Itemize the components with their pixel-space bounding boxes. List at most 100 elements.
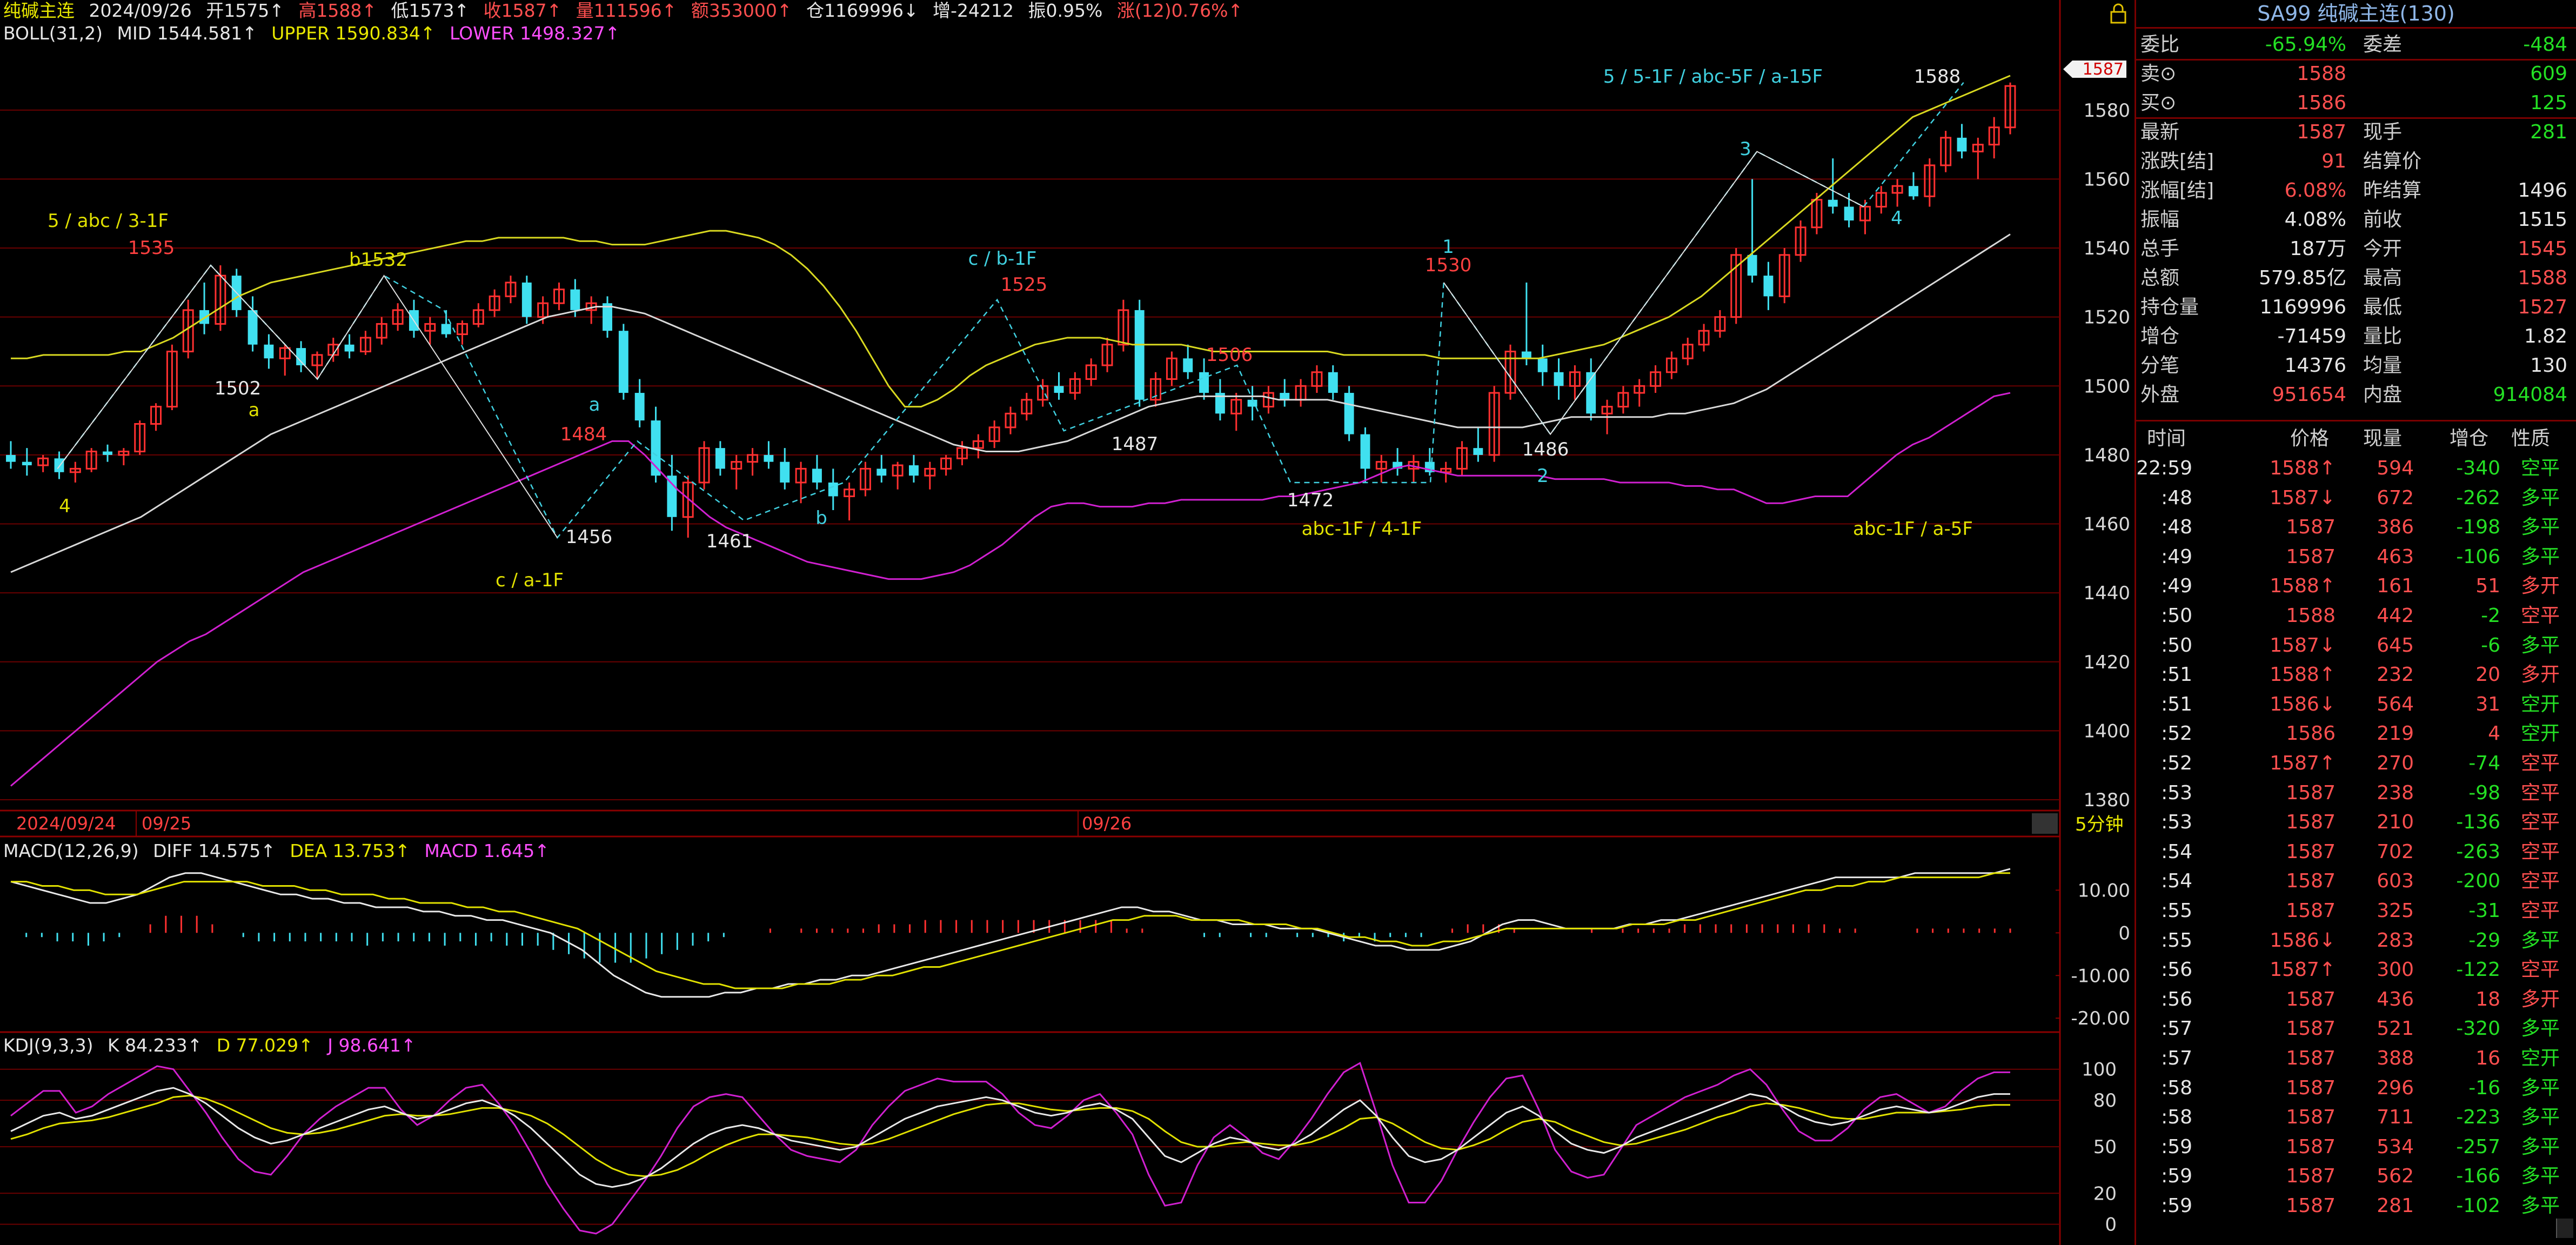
quote-value: 1586 [2297, 92, 2346, 114]
quote-row: 买⊙ 1586 125 [2136, 89, 2576, 118]
tick-row[interactable]: :51 1586↓ 564 31 空开 [2136, 690, 2576, 720]
header-volume: 量111596↑ [576, 0, 677, 21]
tick-t: :58 [2161, 1076, 2192, 1099]
tick-row[interactable]: :54 1587 603 -200 空平 [2136, 867, 2576, 896]
boll-lower: LOWER 1498.327↑ [450, 23, 620, 44]
tick-n: 多平 [2520, 929, 2560, 952]
tick-row[interactable]: :48 1587 386 -198 多平 [2136, 513, 2576, 543]
symbol-name[interactable]: 纯碱主连 [3, 0, 75, 21]
tick-i: -74 [2468, 752, 2500, 774]
candle-body [570, 289, 580, 310]
lock-icon[interactable] [2105, 3, 2132, 25]
tick-row[interactable]: :54 1587 702 -263 空平 [2136, 838, 2576, 867]
tick-row[interactable]: :53 1587 210 -136 空平 [2136, 808, 2576, 838]
candle-body [247, 310, 258, 345]
tick-row[interactable]: :57 1587 388 16 空开 [2136, 1044, 2576, 1074]
macd-name[interactable]: MACD(12,26,9) [3, 840, 139, 861]
chart-canvas[interactable]: 1580 1560 1540 1520 1500 1480 1460 1440 1420 1400… [0, 0, 2135, 1245]
tick-row[interactable]: :51 1588↑ 232 20 多开 [2136, 660, 2576, 690]
tick-row[interactable]: 22:59 1588↑ 594 -340 空平 [2136, 454, 2576, 484]
tick-i: -340 [2456, 457, 2500, 479]
tick-row[interactable]: :59 1587 562 -166 多平 [2136, 1162, 2576, 1192]
header-low: 低1573↑ [391, 0, 470, 21]
tick-row[interactable]: :52 1587↑ 270 -74 空平 [2136, 749, 2576, 779]
boll-upper-line [11, 75, 2011, 408]
tick-row[interactable]: :50 1588 442 -2 空平 [2136, 601, 2576, 631]
tick-header[interactable]: 价格 [2290, 424, 2329, 453]
chart-area[interactable]: 1580 1560 1540 1520 1500 1480 1460 1440 1420 1400… [0, 0, 2135, 1245]
tick-row[interactable]: :56 1587 436 18 多开 [2136, 985, 2576, 1015]
header-high: 高1588↑ [298, 0, 377, 21]
macd-tick-label: 10.00 [2078, 880, 2130, 901]
tick-t: :59 [2161, 1195, 2192, 1217]
macd-tick-label: -20.00 [2071, 1008, 2130, 1029]
macd-diff-line [10, 868, 2011, 998]
candle-body [1473, 448, 1483, 455]
tick-row[interactable]: :57 1587 521 -320 多平 [2136, 1014, 2576, 1044]
tick-p: 1587 [2286, 840, 2336, 863]
header-amount: 额353000↑ [691, 0, 792, 21]
tick-t: :51 [2161, 664, 2192, 686]
tick-i: -29 [2468, 929, 2500, 952]
quote-row: 委比 -65.94% 委差 -484 [2136, 30, 2576, 59]
tick-row[interactable]: :59 1587 534 -257 多平 [2136, 1133, 2576, 1162]
boll-upper: UPPER 1590.834↑ [271, 23, 436, 44]
tick-row[interactable]: :58 1587 296 -16 多平 [2136, 1074, 2576, 1103]
tick-row[interactable]: :49 1588↑ 161 51 多开 [2136, 572, 2576, 601]
quote-value: 6.08% [2284, 179, 2346, 202]
wave-annotation: 4 [1891, 208, 1903, 229]
tick-header[interactable]: 现量 [2363, 424, 2402, 453]
candle-body [1844, 206, 1854, 220]
tick-header[interactable]: 时间 [2147, 424, 2186, 453]
tick-i: -320 [2456, 1018, 2500, 1040]
tick-row[interactable]: :55 1586↓ 283 -29 多平 [2136, 926, 2576, 956]
tick-v: 436 [2377, 988, 2414, 1010]
tick-row[interactable]: :52 1586 219 4 空开 [2136, 719, 2576, 749]
wave-annotation: 5 / abc / 3-1F [48, 210, 169, 232]
tick-t: :48 [2161, 516, 2192, 539]
y-tick-label: 1580 [2083, 100, 2130, 122]
tick-i: 18 [2475, 988, 2500, 1010]
quote-value: 187万 [2290, 238, 2346, 260]
tick-n: 多平 [2520, 1018, 2560, 1040]
tick-header[interactable]: 性质 [2511, 424, 2550, 453]
candle-body [296, 348, 306, 365]
candle-body [103, 451, 112, 455]
window-controls[interactable] [2105, 3, 2132, 25]
header-increase: 增-24212 [933, 0, 1014, 21]
sidebar-title[interactable]: SA99 纯碱主连(130) [2136, 0, 2576, 29]
y-tick-label: 1380 [2083, 789, 2130, 811]
candle-body [1199, 372, 1209, 393]
tick-row[interactable]: :56 1587↑ 300 -122 空平 [2136, 955, 2576, 985]
tick-p: 1587 [2286, 811, 2336, 834]
tick-row[interactable]: :50 1587↓ 645 -6 多平 [2136, 631, 2576, 661]
quote-row: 总手 187万 今开 1545 [2136, 235, 2576, 264]
tick-i: 20 [2475, 664, 2500, 686]
tick-p: 1587 [2286, 1106, 2336, 1129]
quote-label: 买⊙ [2140, 92, 2177, 114]
quote-label: 增仓 [2140, 325, 2180, 347]
tick-t: 22:59 [2136, 457, 2192, 479]
tick-header[interactable]: 增仓 [2450, 424, 2488, 453]
tick-row[interactable]: :49 1587 463 -106 多平 [2136, 543, 2576, 572]
tick-p: 1586↓ [2270, 693, 2336, 715]
candle-body [667, 476, 677, 517]
wave-annotation: 1530 [1425, 255, 1472, 276]
kdj-tick-label: 50 [2093, 1136, 2117, 1158]
boll-name[interactable]: BOLL(31,2) [3, 23, 103, 44]
scroll-handle[interactable] [2556, 1219, 2573, 1238]
quote-value: 14376 [2284, 354, 2346, 377]
header-amplitude: 振0.95% [1028, 0, 1103, 21]
tick-v: 702 [2377, 840, 2414, 863]
tick-row[interactable]: :48 1587↓ 672 -262 多平 [2136, 484, 2576, 513]
tick-row[interactable]: :55 1587 325 -31 空平 [2136, 896, 2576, 926]
kdj-name[interactable]: KDJ(9,3,3) [3, 1035, 93, 1056]
quote-value: -65.94% [2265, 34, 2346, 56]
tick-n: 空开 [2520, 1047, 2560, 1069]
tick-row[interactable]: :59 1587 281 -102 多平 [2136, 1192, 2576, 1221]
tick-row[interactable]: :58 1587 711 -223 多平 [2136, 1103, 2576, 1133]
tick-row[interactable]: :53 1587 238 -98 空平 [2136, 779, 2576, 808]
tick-p: 1587 [2286, 870, 2336, 893]
wave-annotation: c / b-1F [968, 248, 1037, 270]
tick-t: :50 [2161, 605, 2192, 627]
